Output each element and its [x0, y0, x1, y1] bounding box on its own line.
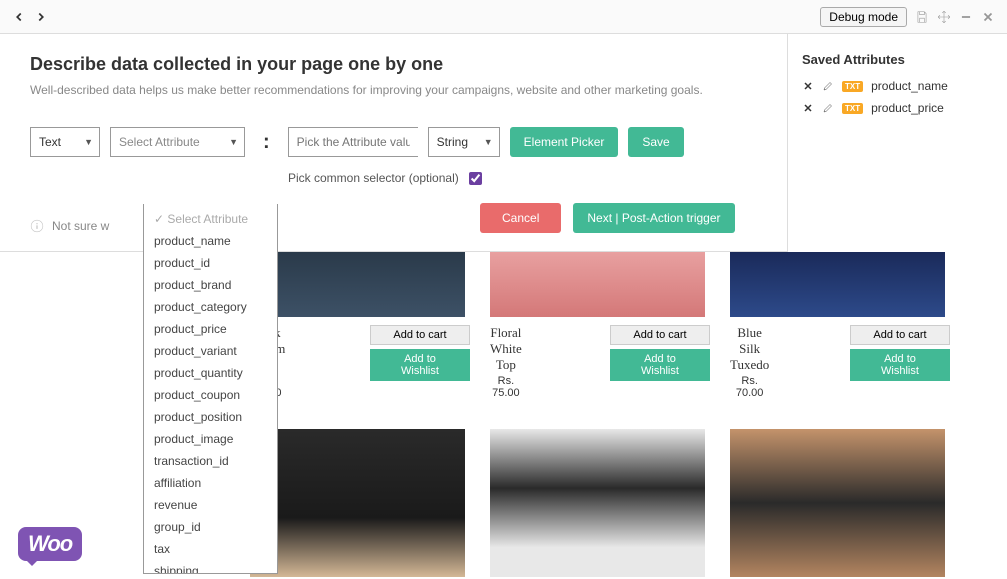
value-type-select[interactable]: String ▼ [428, 127, 500, 157]
saved-attributes-panel: Saved Attributes TXT product_name TXT pr… [787, 34, 1007, 252]
add-to-wishlist-button[interactable]: Add to Wishlist [610, 349, 710, 381]
dropdown-item[interactable]: product_brand [144, 274, 277, 296]
dropdown-item[interactable]: transaction_id [144, 450, 277, 472]
delete-icon[interactable] [802, 102, 814, 114]
saved-attribute-name: product_name [871, 79, 948, 93]
move-icon[interactable] [937, 10, 951, 24]
nav-arrows [12, 10, 48, 24]
config-panel: Describe data collected in your page one… [0, 34, 787, 252]
action-row: Cancel Next | Post-Action trigger [30, 203, 757, 233]
dropdown-item[interactable]: product_variant [144, 340, 277, 362]
add-to-wishlist-button[interactable]: Add to Wishlist [850, 349, 950, 381]
dropdown-item[interactable]: product_image [144, 428, 277, 450]
dropdown-item[interactable]: product_coupon [144, 384, 277, 406]
dropdown-item[interactable]: product_price [144, 318, 277, 340]
dropdown-item[interactable]: product_name [144, 230, 277, 252]
dropdown-item[interactable]: product_category [144, 296, 277, 318]
cancel-button[interactable]: Cancel [480, 203, 561, 233]
product-column: Blue Silk Tuxedo Rs. 70.00 Add to cart A… [730, 252, 950, 579]
controls-row: Text ▼ Select Attribute ▼ : String ▼ Ele… [30, 127, 757, 157]
product-image[interactable] [730, 252, 945, 317]
product-image[interactable] [250, 429, 465, 577]
type-select-value: Text [39, 135, 61, 149]
common-selector-label: Pick common selector (optional) [288, 171, 459, 185]
element-picker-button[interactable]: Element Picker [510, 127, 619, 157]
saved-attributes-title: Saved Attributes [802, 52, 993, 67]
delete-icon[interactable] [802, 80, 814, 92]
value-type-value: String [437, 135, 468, 149]
topbar: Debug mode [0, 0, 1007, 34]
product-image[interactable] [730, 429, 945, 577]
chevron-down-icon: ▼ [84, 137, 93, 147]
add-to-cart-button[interactable]: Add to cart [850, 325, 950, 345]
dropdown-item[interactable]: product_id [144, 252, 277, 274]
page-title: Describe data collected in your page one… [30, 54, 757, 75]
product-column: Dark Denim Top Rs. 60.00 Add to cart Add… [250, 252, 470, 579]
type-badge: TXT [842, 103, 863, 114]
add-to-cart-button[interactable]: Add to cart [370, 325, 470, 345]
product-image[interactable] [490, 429, 705, 577]
woo-logo: Woo [18, 527, 82, 561]
dropdown-item[interactable]: product_position [144, 406, 277, 428]
saved-attribute-name: product_price [871, 101, 944, 115]
dropdown-item[interactable]: group_id [144, 516, 277, 538]
edit-icon[interactable] [822, 80, 834, 92]
saved-attribute-row: TXT product_price [802, 101, 993, 115]
saved-attribute-row: TXT product_name [802, 79, 993, 93]
back-icon[interactable] [12, 10, 26, 24]
colon-separator: : [263, 131, 270, 154]
chevron-down-icon: ▼ [484, 137, 493, 147]
product-name: Floral White Top [490, 325, 522, 373]
debug-mode-button[interactable]: Debug mode [820, 7, 907, 27]
type-badge: TXT [842, 81, 863, 92]
product-image[interactable] [250, 252, 465, 317]
forward-icon[interactable] [34, 10, 48, 24]
type-select[interactable]: Text ▼ [30, 127, 100, 157]
next-button[interactable]: Next | Post-Action trigger [573, 203, 734, 233]
dropdown-item[interactable]: tax [144, 538, 277, 560]
add-to-wishlist-button[interactable]: Add to Wishlist [370, 349, 470, 381]
info-icon [30, 219, 44, 233]
minimize-icon[interactable] [959, 10, 973, 24]
close-icon[interactable] [981, 10, 995, 24]
attribute-dropdown: Select Attributeproduct_nameproduct_idpr… [143, 204, 278, 574]
dropdown-item[interactable]: revenue [144, 494, 277, 516]
not-sure-text: Not sure w [52, 219, 109, 233]
edit-icon[interactable] [822, 102, 834, 114]
save-button[interactable]: Save [628, 127, 683, 157]
attribute-select[interactable]: Select Attribute ▼ [110, 127, 245, 157]
save-icon[interactable] [915, 10, 929, 24]
common-selector-row: Pick common selector (optional) [30, 171, 757, 185]
dropdown-item[interactable]: shipping [144, 560, 277, 574]
attribute-value-input[interactable] [288, 127, 418, 157]
product-column: Floral White Top Rs. 75.00 Add to cart A… [490, 252, 710, 579]
dropdown-item[interactable]: product_quantity [144, 362, 277, 384]
attribute-select-placeholder: Select Attribute [119, 135, 200, 149]
add-to-cart-button[interactable]: Add to cart [610, 325, 710, 345]
topbar-right: Debug mode [820, 7, 995, 27]
product-image[interactable] [490, 252, 705, 317]
product-price: Rs. 75.00 [490, 375, 522, 399]
page-subtitle: Well-described data helps us make better… [30, 83, 757, 97]
not-sure-hint: Not sure w [30, 219, 109, 233]
product-price: Rs. 70.00 [730, 375, 769, 399]
common-selector-checkbox[interactable] [469, 172, 482, 185]
dropdown-item[interactable]: affiliation [144, 472, 277, 494]
chevron-down-icon: ▼ [229, 137, 238, 147]
dropdown-item[interactable]: Select Attribute [144, 208, 277, 230]
product-name: Blue Silk Tuxedo [730, 325, 769, 373]
